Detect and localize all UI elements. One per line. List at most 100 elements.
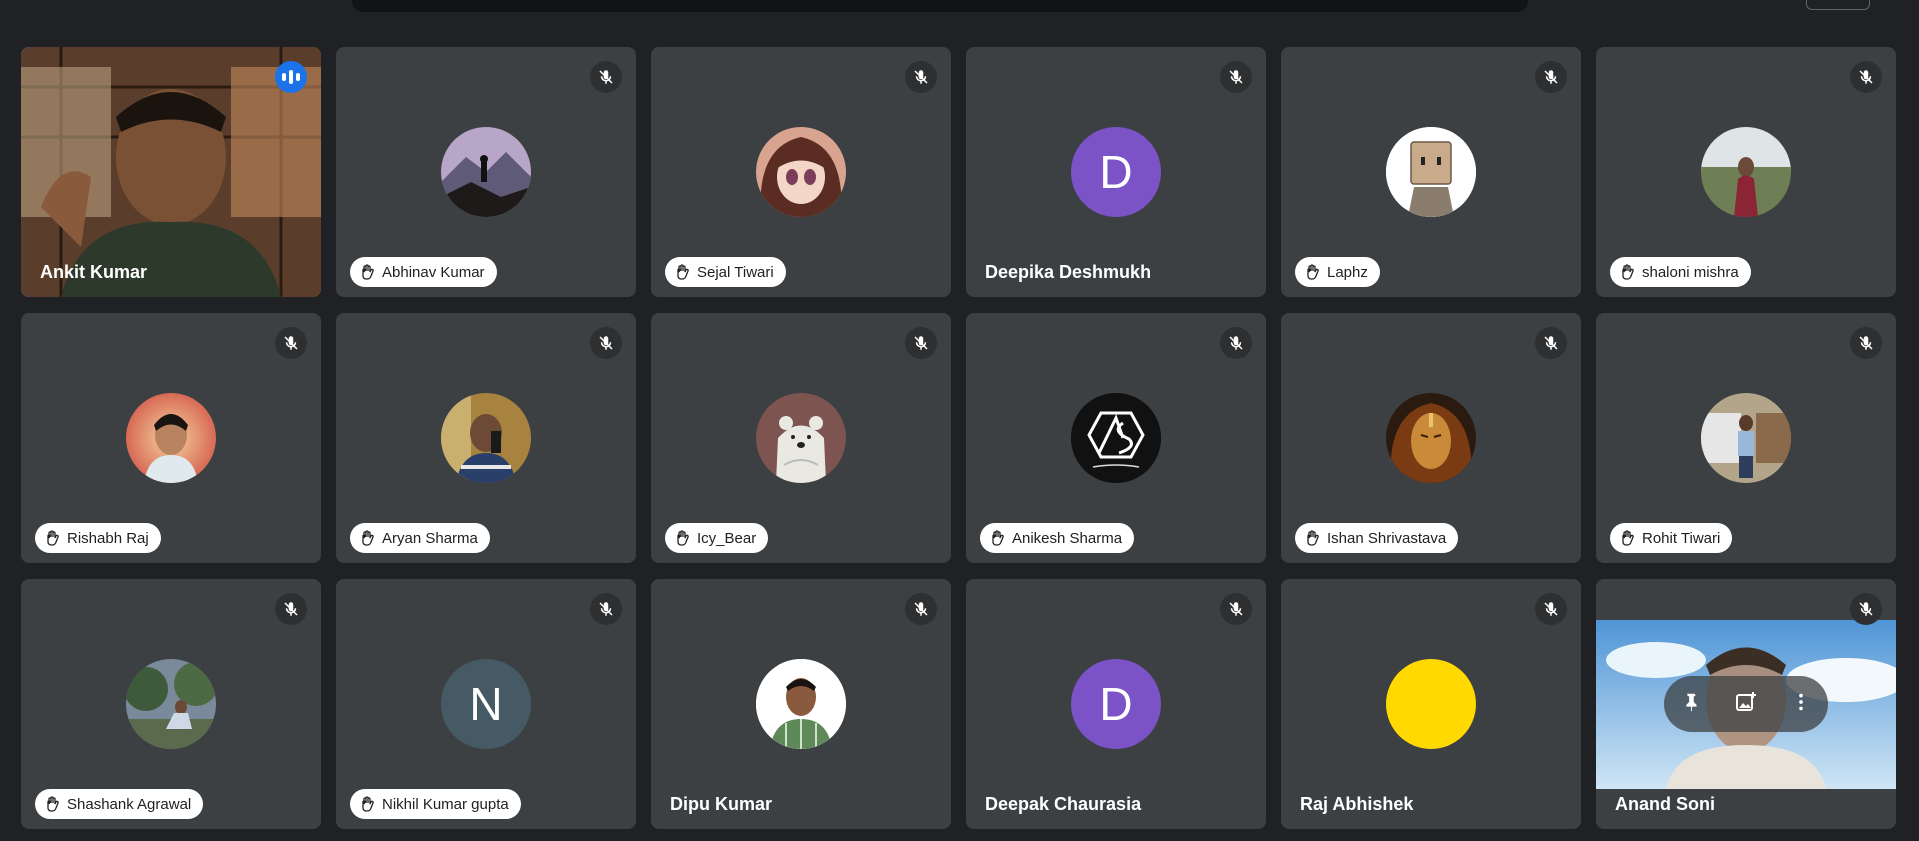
participant-tile[interactable]: Dipu Kumar: [651, 579, 951, 829]
mic-off-icon: [590, 61, 622, 93]
participant-name: Dipu Kumar: [670, 794, 773, 814]
avatar: [1071, 393, 1161, 483]
participant-name: Deepika Deshmukh: [985, 262, 1152, 282]
participant-name: Ishan Shrivastava: [1327, 529, 1447, 547]
participant-tile[interactable]: Rohit Tiwari: [1596, 313, 1896, 563]
avatar: [1386, 127, 1476, 217]
raised-hand-icon: [1618, 529, 1636, 547]
participant-tile[interactable]: N Nikhil Kumar gupta: [336, 579, 636, 829]
mic-off-icon: [1850, 593, 1882, 625]
browser-top-bar: [0, 0, 1919, 14]
mic-off-icon: [1220, 61, 1252, 93]
participant-tile[interactable]: Ankit Kumar: [21, 47, 321, 297]
avatar: [441, 127, 531, 217]
avatar: [756, 659, 846, 749]
avatar-letter: D: [1071, 659, 1161, 749]
participant-name: Sejal Tiwari: [697, 263, 774, 281]
mic-off-icon: [1535, 593, 1567, 625]
participant-tile[interactable]: Abhinav Kumar: [336, 47, 636, 297]
participant-tile[interactable]: shaloni mishra: [1596, 47, 1896, 297]
raised-hand-icon: [358, 263, 376, 281]
avatar: [126, 659, 216, 749]
participant-label: Nikhil Kumar gupta: [350, 789, 521, 819]
participant-label: Anikesh Sharma: [980, 523, 1135, 553]
participant-tile[interactable]: Anand Soni: [1596, 579, 1896, 829]
mic-off-icon: [1220, 327, 1252, 359]
mic-off-icon: [1850, 61, 1882, 93]
participant-tile[interactable]: Rishabh Raj: [21, 313, 321, 563]
tile-hover-controls: [1664, 676, 1828, 732]
more-options-icon[interactable]: [1790, 691, 1812, 718]
avatar: [756, 393, 846, 483]
participant-name: Deepak Chaurasia: [985, 794, 1142, 814]
participant-name: Shashank Agrawal: [67, 795, 192, 813]
raised-hand-icon: [1618, 263, 1636, 281]
avatar: [1386, 393, 1476, 483]
mic-off-icon: [1220, 593, 1252, 625]
participant-name: Icy_Bear: [697, 529, 757, 547]
participant-name: Rohit Tiwari: [1642, 529, 1721, 547]
mic-off-icon: [590, 593, 622, 625]
raised-hand-icon: [358, 795, 376, 813]
avatar: [126, 393, 216, 483]
mic-off-icon: [905, 327, 937, 359]
participant-label: shaloni mishra: [1610, 257, 1751, 287]
mic-off-icon: [905, 593, 937, 625]
mic-off-icon: [1535, 61, 1567, 93]
raised-hand-icon: [1303, 529, 1321, 547]
raised-hand-icon: [673, 263, 691, 281]
raised-hand-icon: [988, 529, 1006, 547]
mic-off-icon: [1535, 327, 1567, 359]
participant-tile[interactable]: Sejal Tiwari: [651, 47, 951, 297]
avatar-letter: N: [441, 659, 531, 749]
participant-label: Icy_Bear: [665, 523, 769, 553]
avatar: [441, 393, 531, 483]
participant-tile[interactable]: Icy_Bear: [651, 313, 951, 563]
mic-off-icon: [590, 327, 622, 359]
participant-tile[interactable]: D Deepika Deshmukh: [966, 47, 1266, 297]
mic-off-icon: [275, 327, 307, 359]
participant-name: shaloni mishra: [1642, 263, 1739, 281]
participant-label: Abhinav Kumar: [350, 257, 497, 287]
raised-hand-icon: [673, 529, 691, 547]
participant-name: Raj Abhishek: [1300, 794, 1414, 814]
address-bar[interactable]: [352, 0, 1528, 12]
mic-off-icon: [905, 61, 937, 93]
avatar-letter: D: [1071, 127, 1161, 217]
avatar: [1386, 659, 1476, 749]
participant-tile[interactable]: Laphz: [1281, 47, 1581, 297]
participant-label: Rishabh Raj: [35, 523, 161, 553]
participant-label: Sejal Tiwari: [665, 257, 786, 287]
mic-off-icon: [275, 593, 307, 625]
participant-tile[interactable]: Shashank Agrawal: [21, 579, 321, 829]
participant-name: Aryan Sharma: [382, 529, 478, 547]
pin-icon[interactable]: [1680, 691, 1702, 718]
participant-tile[interactable]: Raj Abhishek: [1281, 579, 1581, 829]
participant-name: Rishabh Raj: [67, 529, 149, 547]
avatar: [756, 127, 846, 217]
raised-hand-icon: [43, 529, 61, 547]
raised-hand-icon: [358, 529, 376, 547]
participant-grid: Ankit Kumar Abhinav Kumar Sejal Tiwari D…: [21, 47, 1896, 829]
mic-off-icon: [1850, 327, 1882, 359]
speaking-indicator-icon: [275, 61, 307, 93]
participant-name: Anikesh Sharma: [1012, 529, 1123, 547]
participant-label: Laphz: [1295, 257, 1380, 287]
participant-label: Rohit Tiwari: [1610, 523, 1733, 553]
participant-tile[interactable]: D Deepak Chaurasia: [966, 579, 1266, 829]
participant-tile[interactable]: Ishan Shrivastava: [1281, 313, 1581, 563]
participant-tile[interactable]: Anikesh Sharma: [966, 313, 1266, 563]
toolbar-button[interactable]: [1806, 0, 1870, 10]
participant-name: Laphz: [1327, 263, 1368, 281]
participant-name: Nikhil Kumar gupta: [382, 795, 509, 813]
avatar: [1701, 127, 1791, 217]
participant-name: Anand Soni: [1615, 794, 1715, 814]
avatar: [1701, 393, 1791, 483]
raised-hand-icon: [1303, 263, 1321, 281]
participant-label: Shashank Agrawal: [35, 789, 204, 819]
participant-tile[interactable]: Aryan Sharma: [336, 313, 636, 563]
participant-name: Ankit Kumar: [40, 262, 148, 282]
frame-image-icon[interactable]: [1734, 690, 1758, 719]
participant-label: Ishan Shrivastava: [1295, 523, 1459, 553]
participant-name: Abhinav Kumar: [382, 263, 485, 281]
